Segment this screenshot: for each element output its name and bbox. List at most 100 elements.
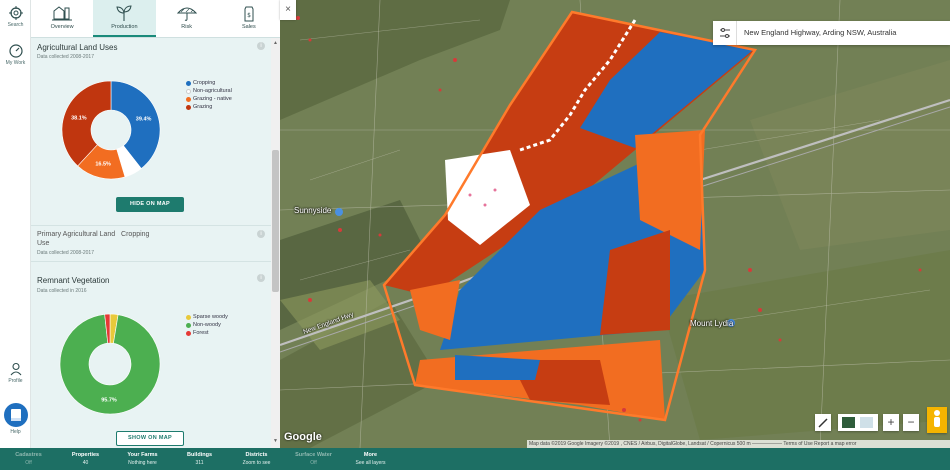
help-book-icon [3, 403, 28, 427]
map-search-input[interactable]: New England Highway, Arding NSW, Austral… [744, 28, 896, 37]
layer-cadastres-value: Off [25, 460, 32, 466]
rail-my-work[interactable]: My Work [0, 44, 31, 66]
remnant-legend: Sparse woody Non-woody Forest [186, 314, 228, 338]
map-label-mount-lydia: Mount Lydia [690, 319, 734, 328]
search-icon [8, 6, 23, 20]
tab-production-label: Production [111, 24, 138, 30]
pie-data-label: 16.5% [95, 162, 111, 168]
satellite-imagery [280, 0, 950, 448]
info-icon[interactable]: i [257, 230, 265, 238]
filter-icon[interactable] [713, 21, 737, 45]
show-on-map-button[interactable]: SHOW ON MAP [116, 431, 184, 446]
scroll-up-arrow-icon[interactable]: ▲ [273, 40, 278, 46]
rail-profile-label: Profile [8, 378, 23, 384]
layer-surface-water-label: Surface Water [295, 452, 332, 458]
price-tag-icon: $ [244, 6, 254, 22]
legend-item-sparse-woody: Sparse woody [186, 314, 228, 322]
divider [31, 261, 271, 262]
panel-content: Agricultural Land Uses Data collected 20… [31, 38, 271, 448]
left-rail: Search My Work Profile Help [0, 0, 31, 448]
hide-on-map-button[interactable]: HIDE ON MAP [116, 197, 184, 212]
remnant-donut-chart: 95.7% [59, 313, 161, 415]
legend-grazing-native-label: Grazing - native [193, 96, 232, 102]
layer-more[interactable]: More See all layers [342, 448, 399, 470]
layer-bar: Cadastres Off Properties 40 Your Farms Noth… [0, 448, 950, 470]
remnant-title: Remnant Vegetation [37, 276, 110, 285]
collapse-panel-button[interactable]: × [280, 0, 296, 20]
layer-your-farms-value: Nothing here [128, 460, 157, 466]
layer-districts-value: Zoom to see [242, 460, 271, 466]
map-search-box[interactable]: New England Highway, Arding NSW, Austral… [713, 21, 950, 45]
tab-risk[interactable]: Risk [156, 0, 218, 37]
tab-overview[interactable]: Overview [31, 0, 93, 37]
layer-buildings[interactable]: Buildings 311 [171, 448, 228, 470]
gauge-icon [8, 44, 23, 58]
legend-forest-label: Forest [193, 330, 209, 336]
layer-districts-label: Districts [245, 452, 268, 458]
map-attribution: Map data ©2019 Google Imagery ©2019 , CN… [527, 440, 950, 448]
layer-surface-water[interactable]: Surface Water Off [285, 448, 342, 470]
layer-your-farms[interactable]: Your Farms Nothing here [114, 448, 171, 470]
land-uses-subtitle: Data collected 2008-2017 [37, 54, 94, 60]
legend-swatch-cropping [186, 81, 191, 86]
umbrella-icon [176, 7, 197, 21]
rail-help[interactable]: Help [0, 403, 31, 435]
app: Search My Work Profile Help Overview Pro… [0, 0, 950, 470]
info-icon[interactable]: i [257, 42, 265, 50]
primary-use-subtitle: Data collected 2008-2017 [37, 250, 94, 256]
layer-properties-label: Properties [71, 452, 100, 458]
scroll-down-arrow-icon[interactable]: ▼ [273, 438, 278, 444]
farm-icon [52, 6, 73, 21]
rail-profile[interactable]: Profile [0, 362, 31, 384]
legend-swatch-sparse-woody [186, 315, 191, 320]
panel-scrollbar[interactable]: ▲ ▼ [271, 38, 280, 448]
pencil-icon [818, 418, 828, 428]
tab-sales[interactable]: $ Sales [218, 0, 280, 37]
map-layers-icon [842, 417, 873, 428]
rail-search[interactable]: Search [0, 6, 31, 28]
zoom-out-button[interactable]: − [903, 414, 919, 431]
map-view[interactable]: Sunnyside New England Hwy Mount Lydia [280, 0, 950, 448]
remnant-subtitle: Data collected in 2016 [37, 288, 87, 294]
tab-risk-label: Risk [181, 24, 192, 30]
legend-sparse-woody-label: Sparse woody [193, 314, 228, 320]
layer-cadastres[interactable]: Cadastres Off [0, 448, 57, 470]
tab-sales-label: Sales [241, 24, 256, 30]
tab-production[interactable]: Production [93, 0, 156, 37]
pie-data-label: 38.1% [71, 115, 87, 121]
layer-toggle[interactable] [838, 414, 878, 431]
rail-help-label: Help [10, 429, 21, 435]
layer-buildings-value: 311 [195, 460, 204, 466]
pie-data-label: 95.7% [101, 397, 117, 403]
legend-swatch-grazing-native [186, 97, 191, 102]
info-icon[interactable]: i [257, 274, 265, 282]
legend-item-grazing: Grazing [186, 104, 232, 112]
user-icon [10, 362, 21, 376]
legend-swatch-non-woody [186, 323, 191, 328]
legend-item-grazing-native: Grazing - native [186, 96, 232, 104]
legend-item-forest: Forest [186, 330, 228, 338]
primary-use-value-cont: Use [37, 240, 50, 247]
primary-use-value: Cropping [121, 231, 150, 238]
pie-data-label: 39.4% [136, 117, 152, 123]
legend-grazing-label: Grazing [193, 104, 213, 110]
layer-districts[interactable]: Districts Zoom to see [228, 448, 285, 470]
pegman-icon [934, 410, 940, 427]
rail-search-label: Search [7, 22, 24, 28]
scroll-thumb[interactable] [272, 150, 279, 292]
layer-more-label: More [363, 452, 378, 458]
layer-your-farms-label: Your Farms [127, 452, 158, 458]
legend-non-woody-label: Non-woody [193, 322, 221, 328]
layer-cadastres-label: Cadastres [15, 452, 42, 458]
draw-tool-button[interactable] [815, 414, 831, 431]
legend-item-cropping: Cropping [186, 80, 232, 88]
zoom-in-button[interactable]: + [883, 414, 899, 431]
legend-cropping-label: Cropping [193, 80, 216, 86]
street-view-pegman[interactable] [927, 407, 947, 433]
google-logo: Google [284, 431, 322, 443]
legend-item-non-woody: Non-woody [186, 322, 228, 330]
sprout-icon [116, 5, 132, 21]
layer-properties[interactable]: Properties 40 [57, 448, 114, 470]
land-uses-legend: Cropping Non-agricultural Grazing - nati… [186, 80, 232, 112]
layer-buildings-label: Buildings [186, 452, 213, 458]
